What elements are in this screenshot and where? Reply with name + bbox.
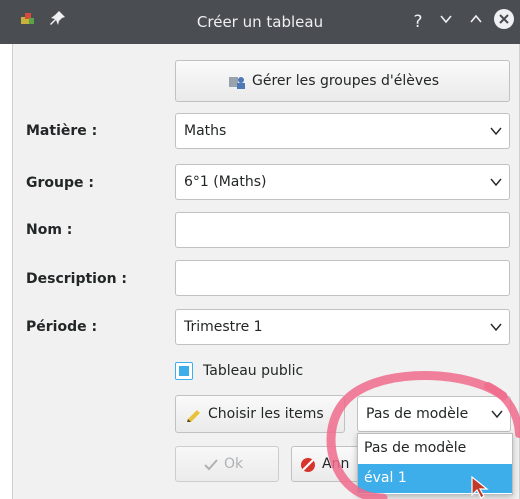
pencil-icon xyxy=(187,410,200,422)
pin-icon[interactable] xyxy=(44,8,72,36)
cancel-label: Ann xyxy=(322,456,350,472)
checkmark-icon xyxy=(204,459,218,471)
checkbox-check xyxy=(179,366,189,376)
minimize-button[interactable] xyxy=(432,8,460,36)
mouse-cursor-icon xyxy=(471,475,489,499)
title-bar: Créer un tableau ? xyxy=(0,0,520,44)
subject-value: Maths xyxy=(184,123,227,139)
chevron-down-icon xyxy=(490,127,502,136)
period-select[interactable]: Trimestre 1 xyxy=(175,309,510,345)
choose-items-label: Choisir les items xyxy=(208,406,324,422)
template-value: Pas de modèle xyxy=(366,406,469,422)
cancel-icon xyxy=(301,458,315,472)
public-checkbox[interactable]: Tableau public xyxy=(175,361,335,381)
app-icon[interactable] xyxy=(14,8,42,36)
manage-groups-button[interactable]: Gérer les groupes d'élèves xyxy=(175,60,510,102)
group-label: Groupe : xyxy=(26,175,94,191)
ok-button[interactable]: Ok xyxy=(175,446,279,482)
template-select[interactable]: Pas de modèle xyxy=(357,396,511,432)
choose-items-button[interactable]: Choisir les items xyxy=(175,395,345,433)
help-button[interactable]: ? xyxy=(404,8,432,36)
close-icon xyxy=(494,9,514,29)
description-label: Description : xyxy=(26,271,128,287)
template-option-none[interactable]: Pas de modèle xyxy=(358,434,512,463)
description-field[interactable] xyxy=(175,260,510,296)
group-icon xyxy=(229,77,245,89)
maximize-button[interactable] xyxy=(462,8,490,36)
group-value: 6°1 (Maths) xyxy=(184,174,267,190)
chevron-down-icon xyxy=(490,178,502,187)
ok-label: Ok xyxy=(224,456,244,472)
chevron-down-icon xyxy=(440,15,452,24)
manage-groups-label: Gérer les groupes d'élèves xyxy=(252,73,440,89)
chevron-down-icon xyxy=(490,323,502,332)
subject-select[interactable]: Maths xyxy=(175,113,510,149)
group-select[interactable]: 6°1 (Maths) xyxy=(175,164,510,200)
chevron-down-icon xyxy=(491,410,503,419)
period-label: Période : xyxy=(26,319,98,335)
close-button[interactable] xyxy=(490,8,518,36)
period-value: Trimestre 1 xyxy=(184,319,263,335)
checkbox-box[interactable] xyxy=(175,362,193,380)
subject-label: Matière : xyxy=(26,123,98,139)
name-field[interactable] xyxy=(175,212,510,248)
chevron-up-icon xyxy=(470,14,482,23)
name-label: Nom : xyxy=(26,222,73,238)
public-checkbox-label: Tableau public xyxy=(203,363,304,379)
